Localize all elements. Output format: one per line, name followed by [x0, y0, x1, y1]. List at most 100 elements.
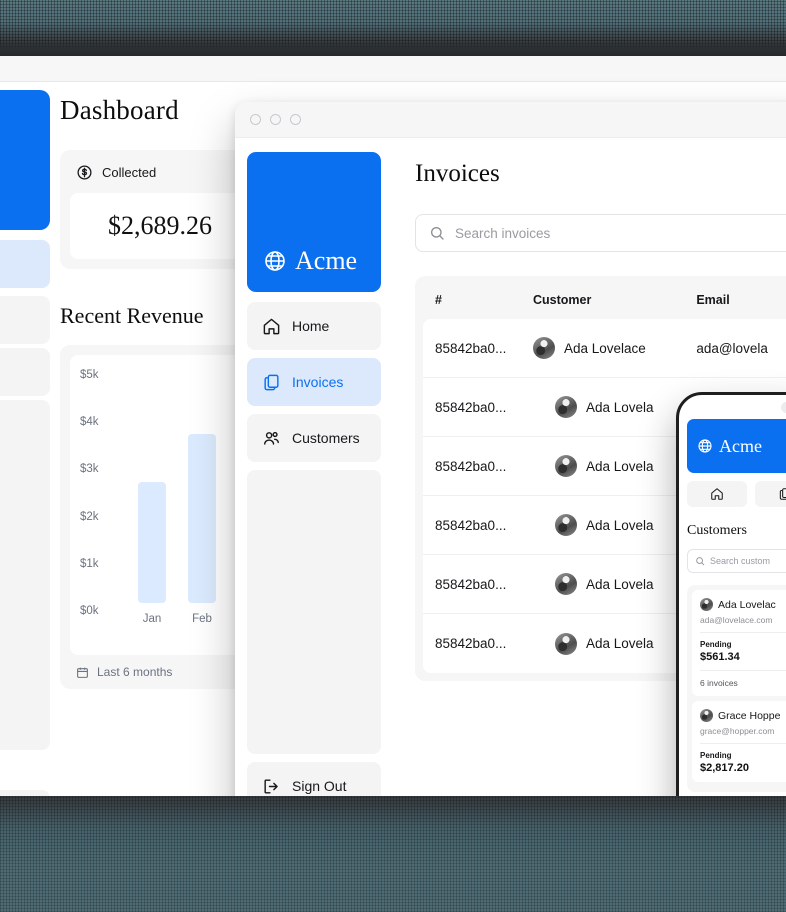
sidebar-item-label: Invoices: [292, 374, 343, 390]
close-dot[interactable]: [250, 114, 261, 125]
avatar: [555, 514, 577, 536]
phone-brand-logo[interactable]: Acme: [687, 419, 786, 473]
cell-customer-name: Ada Lovela: [586, 577, 654, 592]
calendar-icon: [76, 666, 89, 679]
collected-card: Collected $2,689.26: [60, 150, 260, 269]
revenue-chart: $5k $4k $3k $2k $1k $0k Jan Feb: [70, 355, 250, 655]
divider: [700, 670, 786, 671]
divider: [700, 743, 786, 744]
invoices-title: Invoices: [415, 160, 786, 188]
cell-customer-name: Ada Lovelace: [564, 341, 646, 356]
cell-invoice-id: 85842ba0...: [435, 341, 533, 356]
bottom-noise-band: [0, 796, 786, 912]
avatar: [533, 337, 555, 359]
globe-icon: [697, 438, 713, 454]
document-icon: [778, 487, 786, 501]
status-badge: Pending: [700, 751, 786, 760]
sidebar-nav: Home Invoices: [247, 302, 381, 462]
search-icon: [429, 225, 445, 241]
avatar: [700, 709, 713, 722]
cell-email: ada@lovela: [696, 341, 786, 356]
phone-customer-amount: $2,817.20: [700, 762, 786, 774]
sidebar-item-label: Customers: [292, 430, 360, 446]
revenue-chart-card: $5k $4k $3k $2k $1k $0k Jan Feb: [60, 345, 260, 689]
sign-out-icon: [262, 777, 281, 796]
dollar-circle-icon: [76, 164, 93, 181]
sidebar-item-home[interactable]: Home: [247, 302, 381, 350]
chart-bar: [188, 434, 216, 603]
table-row[interactable]: 85842ba0... Ada Lovelace ada@lovela: [423, 319, 786, 378]
collected-value: $2,689.26: [70, 193, 250, 259]
x-tick: Feb: [188, 613, 216, 625]
sign-out-label: Sign Out: [292, 778, 346, 794]
page-toolbar-strip: [0, 56, 786, 82]
brand-logo[interactable]: Acme: [247, 152, 381, 292]
chart-y-axis: $5k $4k $3k $2k $1k $0k: [80, 369, 99, 617]
y-tick: $5k: [80, 369, 99, 381]
cell-customer-name: Ada Lovela: [586, 459, 654, 474]
cell-customer: Ada Lovelace: [533, 337, 696, 359]
window-titlebar: [235, 102, 786, 138]
brand-name: Acme: [295, 246, 357, 276]
phone-nav-invoices[interactable]: [755, 481, 786, 507]
cell-invoice-id: 85842ba0...: [435, 636, 555, 651]
y-tick: $1k: [80, 558, 99, 570]
sidebar-item-label: Home: [292, 318, 329, 334]
cell-customer-name: Ada Lovela: [586, 400, 654, 415]
background-nav-active: [0, 240, 50, 288]
y-tick: $2k: [80, 511, 99, 523]
list-item[interactable]: Grace Hoppe grace@hopper.com Pending $2,…: [692, 701, 786, 782]
home-icon: [262, 317, 281, 336]
cell-customer-name: Ada Lovela: [586, 518, 654, 533]
sidebar-item-invoices[interactable]: Invoices: [247, 358, 381, 406]
app-sidebar: Acme Home: [235, 138, 393, 824]
phone-window: Acme Customers: [676, 392, 786, 862]
chart-bars: [138, 361, 216, 603]
table-header: # Customer Email: [423, 284, 786, 319]
phone-brand-name: Acme: [719, 436, 762, 457]
phone-customers-list: Ada Lovelac ada@lovelace.com Pending $56…: [687, 585, 786, 792]
avatar: [555, 633, 577, 655]
avatar: [555, 573, 577, 595]
avatar: [700, 598, 713, 611]
column-header-number: #: [435, 293, 533, 307]
sidebar-filler: [247, 470, 381, 754]
chart-footer-label: Last 6 months: [97, 665, 172, 679]
search-invoices-field[interactable]: Search invoices: [415, 214, 786, 252]
search-icon: [695, 556, 705, 566]
minimize-dot[interactable]: [270, 114, 281, 125]
cell-invoice-id: 85842ba0...: [435, 518, 555, 533]
divider: [700, 632, 786, 633]
phone-customer-amount: $561.34: [700, 651, 786, 663]
phone-nav-home[interactable]: [687, 481, 747, 507]
maximize-dot[interactable]: [290, 114, 301, 125]
cell-customer-name: Ada Lovela: [586, 636, 654, 651]
collected-label: Collected: [102, 165, 156, 180]
list-item[interactable]: Ada Lovelac ada@lovelace.com Pending $56…: [692, 590, 786, 696]
phone-customer-row: Ada Lovelac: [700, 598, 786, 611]
cell-invoice-id: 85842ba0...: [435, 459, 555, 474]
y-tick: $0k: [80, 605, 99, 617]
phone-customer-name: Ada Lovelac: [718, 599, 776, 611]
phone-search-field[interactable]: Search custom: [687, 549, 786, 573]
home-icon: [710, 487, 724, 501]
background-nav-row: [0, 348, 50, 396]
y-tick: $4k: [80, 416, 99, 428]
phone-customer-name: Grace Hoppe: [718, 710, 780, 722]
phone-page-title: Customers: [687, 523, 786, 539]
x-tick: Jan: [138, 613, 166, 625]
top-noise-band: [0, 0, 786, 56]
background-sidebar: [0, 90, 50, 790]
column-header-email: Email: [696, 293, 786, 307]
collected-card-header: Collected: [70, 160, 250, 193]
background-nav-filler: [0, 400, 50, 750]
phone-customer-invoice-count: 6 invoices: [700, 678, 786, 688]
phone-customer-email: ada@lovelace.com: [700, 615, 786, 625]
status-badge: Pending: [700, 640, 786, 649]
column-header-customer: Customer: [533, 293, 696, 307]
sidebar-item-customers[interactable]: Customers: [247, 414, 381, 462]
phone-customer-email: grace@hopper.com: [700, 726, 786, 736]
document-icon: [262, 373, 281, 392]
cell-invoice-id: 85842ba0...: [435, 400, 555, 415]
chart-bar: [138, 482, 166, 603]
